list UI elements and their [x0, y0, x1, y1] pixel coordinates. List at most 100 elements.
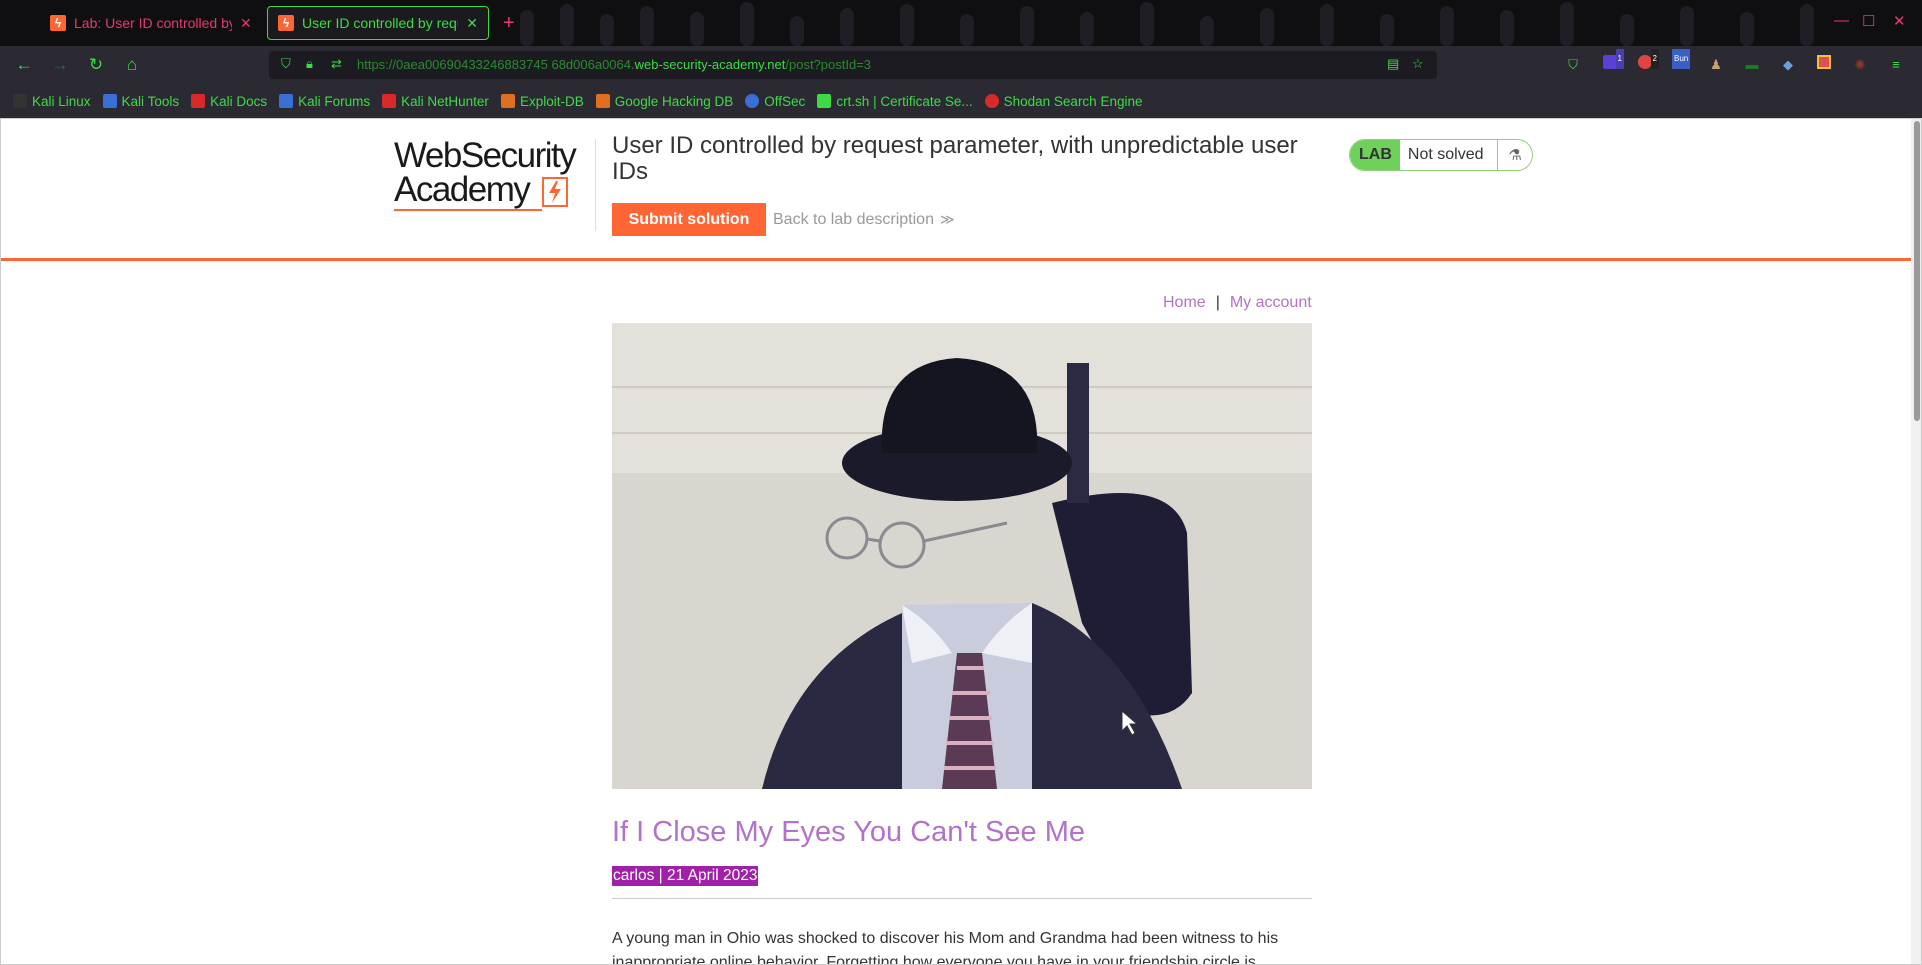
- bookmark-kali-linux[interactable]: Kali Linux: [13, 94, 91, 109]
- tab-label: Lab: User ID controlled by r: [74, 15, 232, 31]
- permissions-icon[interactable]: ⇄: [331, 56, 342, 72]
- navigation-toolbar: ← → ↻ ⌂ ⛉ 🔒︎ ⇄ https://0aea0069043324688…: [0, 46, 1922, 84]
- tab-active-lab[interactable]: ϟ User ID controlled by reque ✕: [267, 6, 489, 40]
- reader-view-icon[interactable]: ▤: [1387, 56, 1399, 72]
- bookmark-kali-forums[interactable]: Kali Forums: [279, 94, 370, 109]
- tab-lab-description[interactable]: ϟ Lab: User ID controlled by r ✕: [40, 6, 262, 40]
- bookmark-label: Kali Docs: [210, 93, 268, 109]
- bookmark-star-icon[interactable]: ☆: [1412, 56, 1424, 72]
- post-hero-image: [612, 323, 1312, 789]
- url-text[interactable]: https://0aea00690433246883745 68d006a006…: [357, 57, 871, 72]
- bookmark-label: Google Hacking DB: [614, 93, 734, 109]
- bookmark-label: crt.sh | Certificate Se...: [836, 93, 973, 109]
- portswigger-favicon-icon: ϟ: [278, 15, 294, 31]
- bookmark-exploit-db[interactable]: Exploit-DB: [500, 93, 584, 109]
- bookmark-shodan[interactable]: Shodan Search Engine: [984, 93, 1143, 109]
- extension-badge: 2: [1650, 49, 1659, 69]
- forward-arrow-icon[interactable]: →: [50, 55, 70, 75]
- offsec-icon: [745, 94, 760, 108]
- bookmark-label: Kali Linux: [32, 93, 91, 109]
- scrollbar[interactable]: [1911, 119, 1921, 964]
- extension-icon[interactable]: 1: [1600, 49, 1624, 75]
- extension-badge: 1: [1615, 49, 1624, 69]
- bookmarks-toolbar: Kali Linux Kali Tools Kali Docs Kali For…: [0, 84, 1922, 118]
- bookmark-label: OffSec: [764, 93, 806, 109]
- exploit-db-icon: [500, 94, 515, 108]
- reload-icon[interactable]: ↻: [86, 55, 106, 75]
- kali-tools-icon: [102, 94, 117, 108]
- address-bar[interactable]: ⛉ 🔒︎ ⇄ https://0aea00690433246883745 68d…: [269, 51, 1437, 79]
- web-security-academy-logo[interactable]: WebSecurity Academy: [394, 136, 594, 211]
- cookie-extension-icon[interactable]: 2: [1635, 49, 1659, 75]
- close-window-icon[interactable]: ✕: [1893, 12, 1906, 30]
- kali-forums-icon: [279, 94, 294, 108]
- bookmark-offsec[interactable]: OffSec: [745, 94, 805, 109]
- flask-icon: ⚗: [1497, 140, 1532, 170]
- top-navigation: Home | My account: [1163, 294, 1312, 312]
- container-extension-icon[interactable]: ◆: [1778, 55, 1798, 75]
- tab-close-icon[interactable]: ✕: [240, 15, 252, 32]
- settings-extension-icon[interactable]: ✺: [1850, 55, 1870, 75]
- header-divider: [595, 139, 596, 231]
- page-viewport: WebSecurity Academy User ID controlled b…: [0, 118, 1922, 965]
- extension-badge: Bun: [1672, 49, 1691, 69]
- bookmark-label: Shodan Search Engine: [1003, 93, 1143, 109]
- bookmark-label: Kali NetHunter: [401, 93, 489, 109]
- invisible-man-illustration: [612, 323, 1312, 789]
- url-path: /post?postId=3: [785, 57, 872, 72]
- burp-extension-icon[interactable]: Bun: [1672, 49, 1692, 75]
- lock-icon[interactable]: 🔒︎: [306, 56, 313, 72]
- post-author-date: carlos | 21 April 2023: [612, 866, 759, 886]
- post-title: If I Close My Eyes You Can't See Me: [612, 816, 1085, 848]
- new-tab-button[interactable]: +: [503, 12, 515, 35]
- my-account-link[interactable]: My account: [1230, 294, 1312, 311]
- notes-extension-icon[interactable]: [1814, 55, 1834, 75]
- lab-header: WebSecurity Academy User ID controlled b…: [1, 119, 1913, 261]
- nav-separator: |: [1215, 294, 1220, 311]
- bookmark-kali-docs[interactable]: Kali Docs: [191, 94, 267, 109]
- lab-title: User ID controlled by request parameter,…: [612, 132, 1298, 185]
- post-body: A young man in Ohio was shocked to disco…: [612, 930, 1279, 965]
- submit-solution-button[interactable]: Submit solution: [612, 203, 766, 236]
- lightning-bolt-icon: [542, 177, 568, 207]
- bookmark-google-hacking-db[interactable]: Google Hacking DB: [595, 93, 734, 109]
- portswigger-favicon-icon: ϟ: [50, 15, 66, 31]
- post-divider: [612, 898, 1312, 899]
- url-host: web-security-academy.net: [634, 57, 786, 72]
- nethunter-icon: [382, 94, 397, 108]
- tab-bar: ϟ Lab: User ID controlled by r ✕ ϟ User …: [0, 0, 1922, 46]
- shodan-icon: [984, 94, 999, 108]
- tab-label: User ID controlled by reque: [302, 15, 459, 31]
- lab-badge: LAB: [1350, 140, 1400, 170]
- back-arrow-icon[interactable]: ←: [14, 55, 34, 75]
- bookmark-label: Kali Tools: [121, 93, 180, 109]
- double-chevron-right-icon: ≫: [939, 211, 955, 227]
- minimize-icon[interactable]: —: [1834, 12, 1849, 29]
- bookmark-kali-tools[interactable]: Kali Tools: [102, 93, 180, 109]
- maximize-icon[interactable]: ☐: [1862, 12, 1875, 30]
- pocket-icon[interactable]: ⛉: [1563, 55, 1583, 75]
- logo-underline: [394, 209, 542, 211]
- back-to-lab-description-link[interactable]: Back to lab description ≫: [773, 211, 955, 229]
- menu-icon[interactable]: ≡: [1886, 55, 1906, 75]
- shield-icon[interactable]: ⛉: [281, 56, 291, 72]
- kali-icon: [13, 94, 27, 108]
- logo-line-1: WebSecurity: [394, 136, 577, 175]
- url-prefix: https://0aea00690433246883745 68d006a006…: [357, 57, 635, 72]
- crtsh-icon: [817, 94, 832, 108]
- ghdb-icon: [595, 94, 610, 108]
- bookmark-kali-nethunter[interactable]: Kali NetHunter: [382, 94, 489, 109]
- toggle-extension-icon[interactable]: ▬: [1742, 55, 1762, 75]
- bookmark-label: Exploit-DB: [519, 93, 584, 109]
- lab-status-widget: LAB Not solved ⚗: [1349, 139, 1533, 171]
- back-link-label: Back to lab description: [773, 211, 934, 228]
- bookmark-crtsh[interactable]: crt.sh | Certificate Se...: [817, 93, 973, 109]
- scrollbar-thumb[interactable]: [1914, 121, 1920, 421]
- home-link[interactable]: Home: [1163, 294, 1206, 311]
- user-agent-extension-icon[interactable]: ♟: [1706, 55, 1726, 75]
- tab-close-icon[interactable]: ✕: [466, 15, 478, 32]
- home-icon[interactable]: ⌂: [122, 55, 142, 75]
- bookmark-label: Kali Forums: [298, 93, 371, 109]
- lab-status-text: Not solved: [1407, 146, 1484, 163]
- kali-docs-icon: [191, 94, 206, 108]
